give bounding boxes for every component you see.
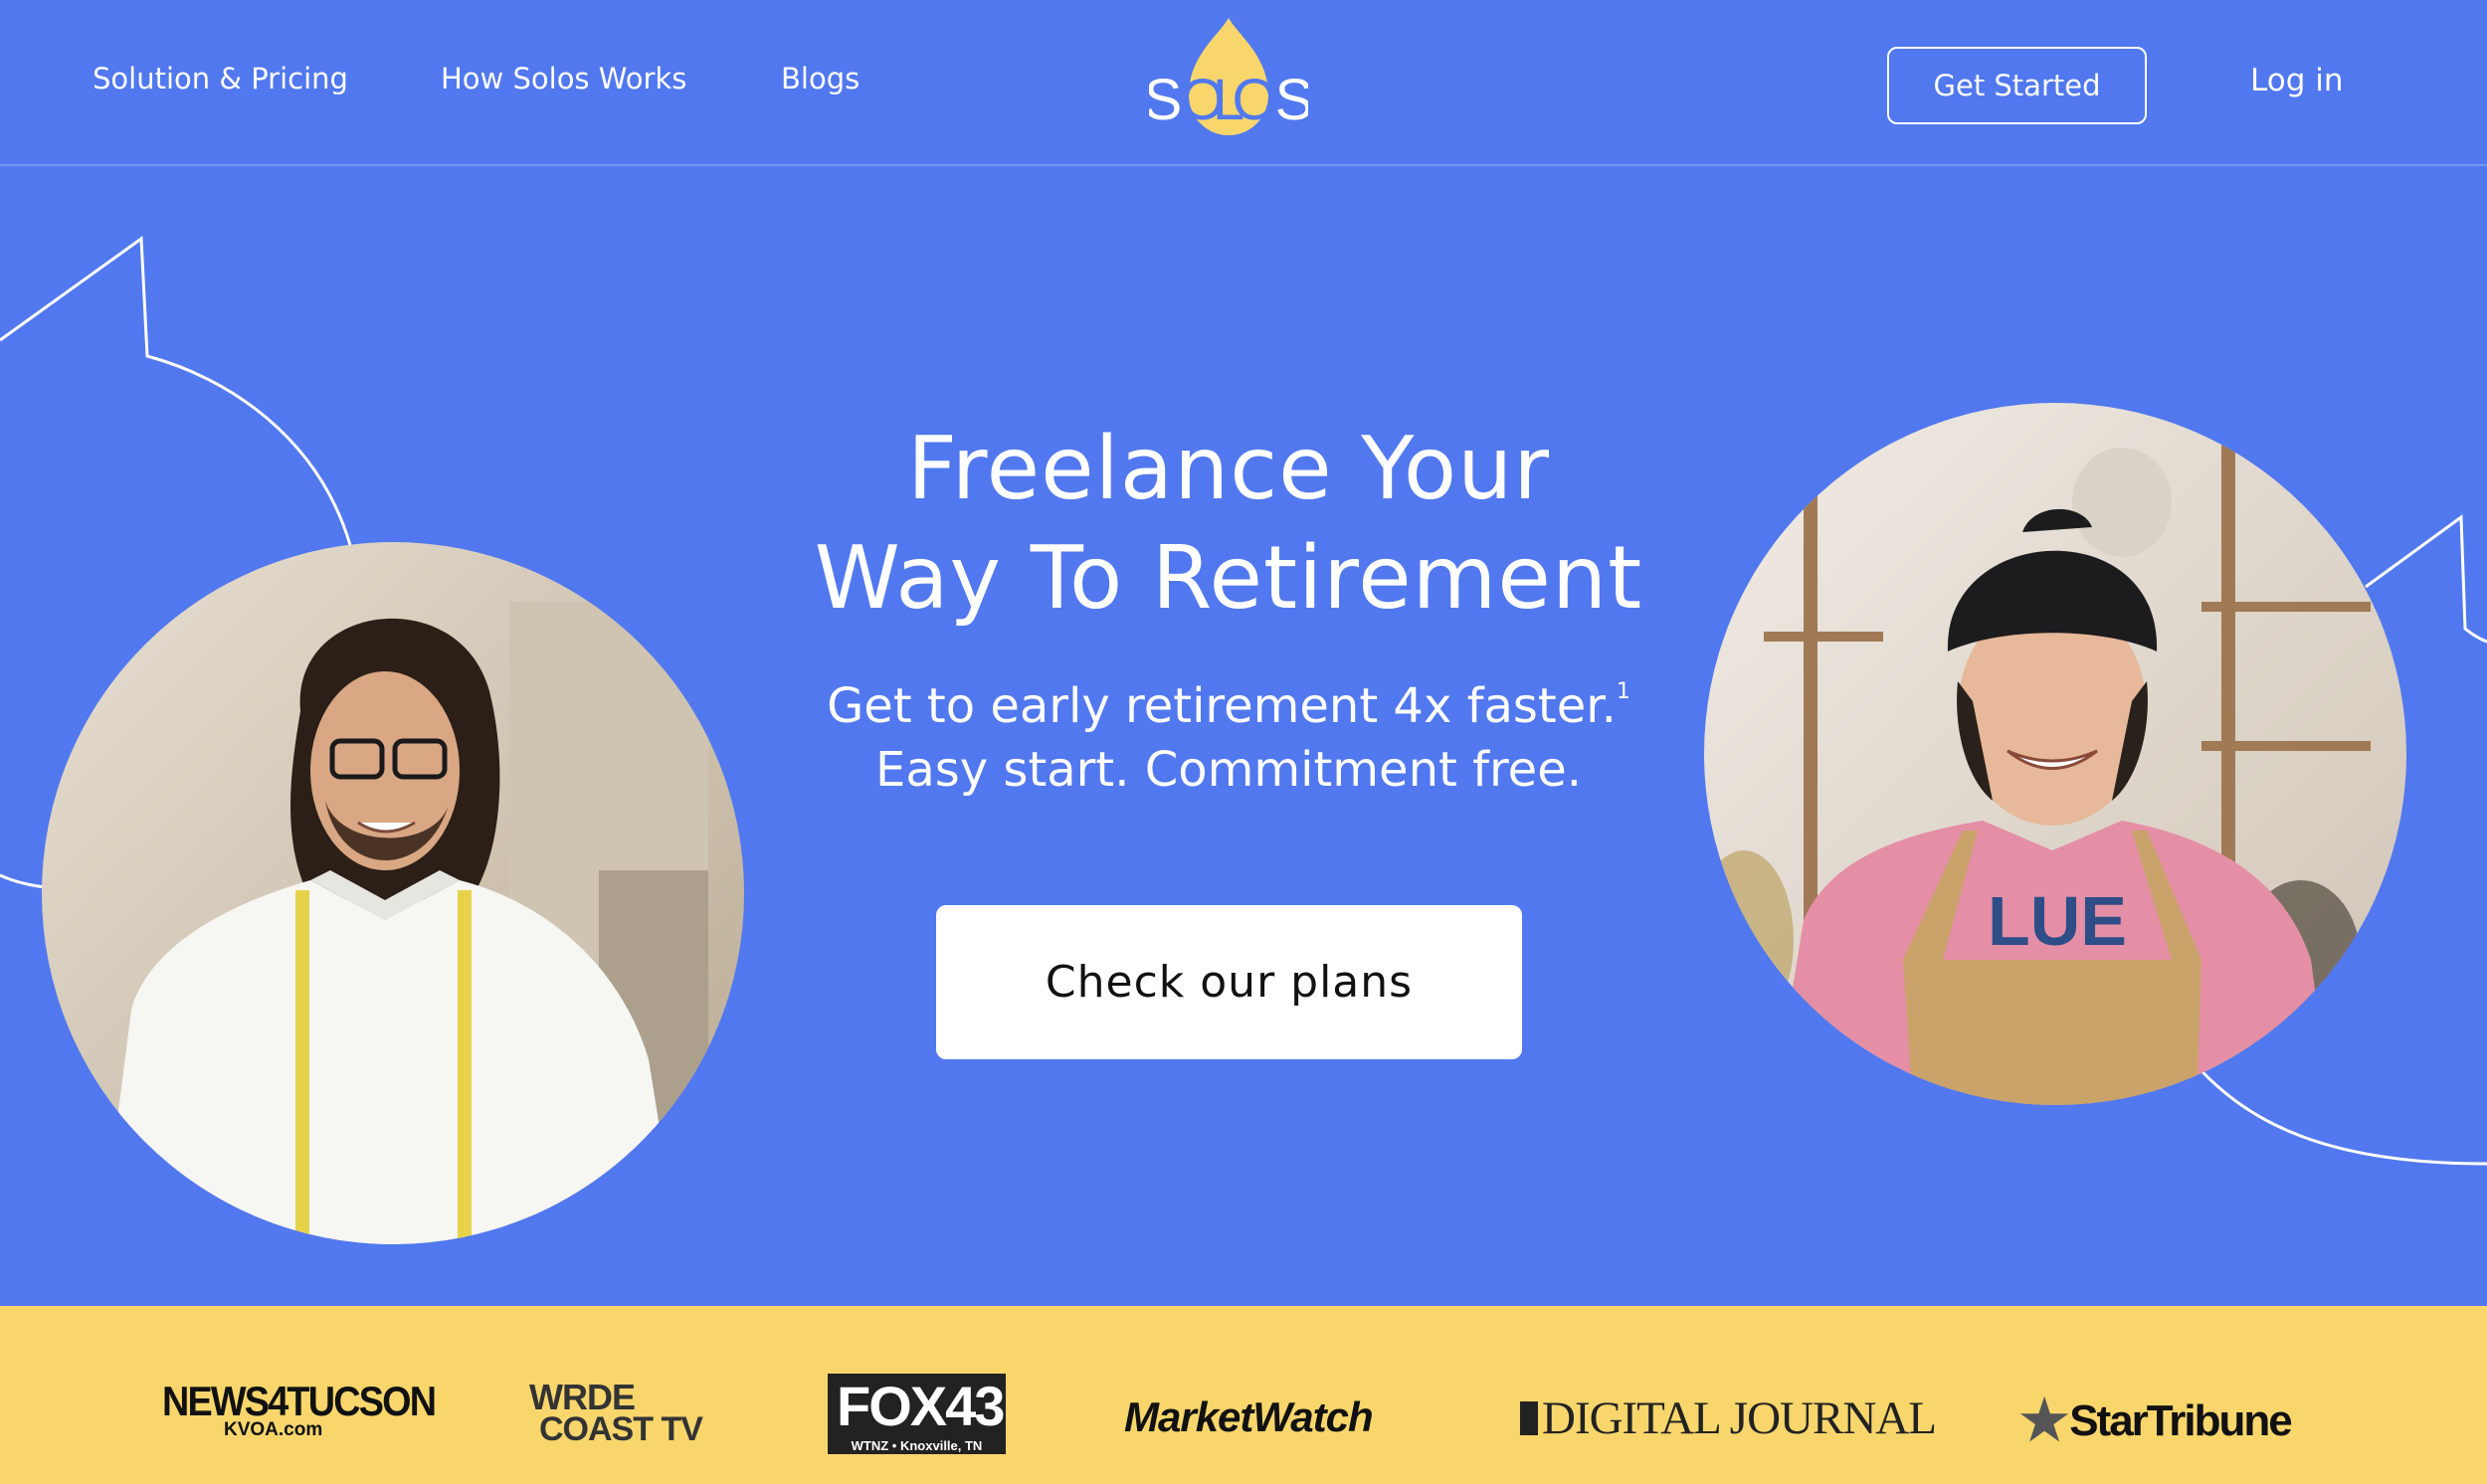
hero-title-line1: Freelance Your: [907, 418, 1550, 519]
svg-text:S: S: [1275, 68, 1308, 132]
hero-title-line2: Way To Retirement: [814, 527, 1643, 629]
fox43-logo: FOX43 WTNZ • Knoxville, TN: [828, 1374, 1006, 1454]
hero-subtitle-line2: Easy start. Commitment free.: [875, 742, 1582, 798]
svg-text:LUE: LUE: [1988, 882, 2127, 960]
star-icon: ★: [2019, 1389, 2069, 1451]
hero-subtitle: Get to early retirement 4x faster.1 Easy…: [696, 660, 1761, 802]
freelancer-portrait-baker: LUE: [1704, 403, 2406, 1105]
freelancer-portrait-tailor: [42, 542, 744, 1244]
solos-logo[interactable]: S S O L O: [1144, 16, 1313, 150]
check-plans-button[interactable]: Check our plans: [936, 905, 1522, 1059]
footnote-marker[interactable]: 1: [1617, 679, 1630, 704]
marketwatch-logo: MarketWatch: [1124, 1393, 1374, 1440]
hero-title: Freelance Your Way To Retirement: [696, 414, 1761, 633]
get-started-button[interactable]: Get Started: [1887, 47, 2147, 124]
press-logos-strip: NEWS4TUCSON KVOA.com WRDE COAST TV FOX43…: [0, 1306, 2487, 1484]
login-link[interactable]: Log in: [2250, 63, 2343, 98]
news4-tucson-logo: NEWS4TUCSON KVOA.com: [162, 1378, 437, 1440]
site-header: Solution & Pricing How Solos Works Blogs…: [0, 0, 2487, 166]
nav-link-how-solos-works[interactable]: How Solos Works: [441, 62, 686, 95]
nav-link-solution-pricing[interactable]: Solution & Pricing: [93, 62, 348, 95]
svg-text:O: O: [1232, 68, 1276, 132]
hero-subtitle-line1: Get to early retirement 4x faster.: [827, 678, 1617, 734]
startribune-logo: ★StarTribune: [2019, 1389, 2293, 1451]
nav-link-blogs[interactable]: Blogs: [781, 62, 860, 95]
solos-logo-mark: S S O L O: [1144, 18, 1313, 135]
wrde-coast-tv-logo: WRDE COAST TV: [529, 1377, 703, 1448]
digital-journal-logo: DIGITAL JOURNAL: [1520, 1391, 1937, 1445]
svg-text:S: S: [1149, 68, 1182, 132]
